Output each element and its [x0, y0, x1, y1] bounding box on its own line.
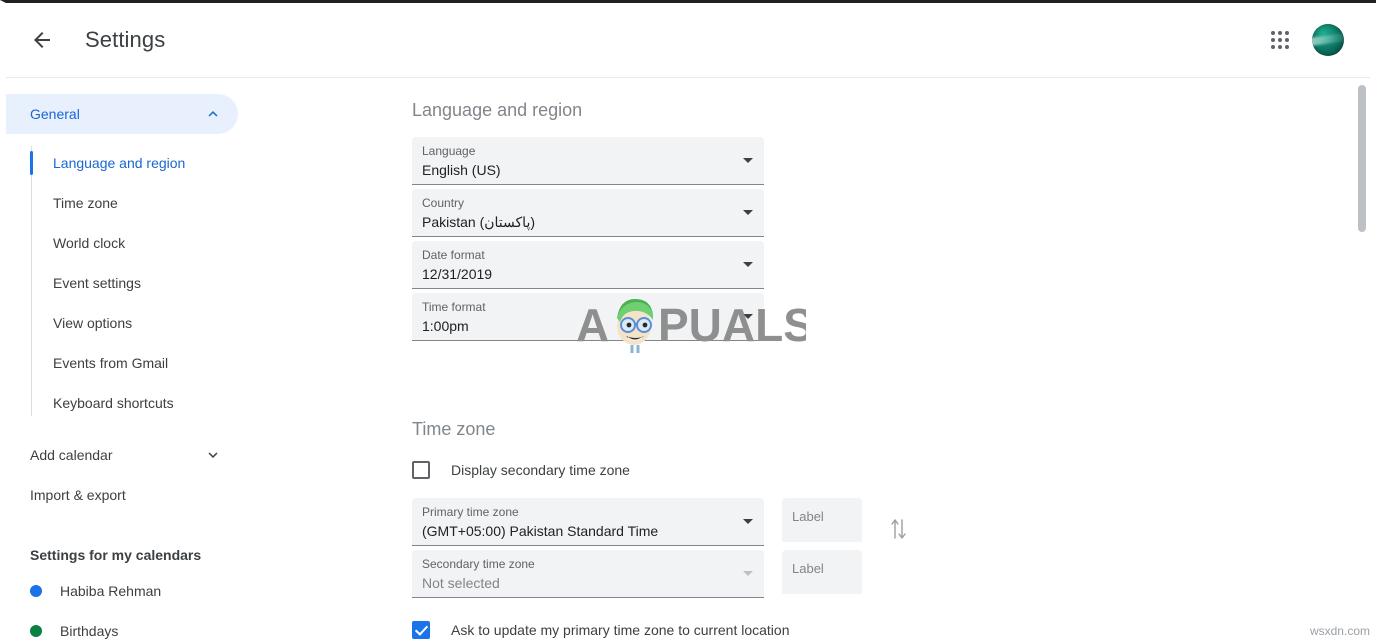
time-format-select[interactable]: Time format 1:00pm	[412, 293, 764, 341]
sidebar-item-label: Time zone	[53, 195, 118, 211]
chevron-down-icon[interactable]	[743, 314, 753, 319]
sidebar-item-import-export[interactable]: Import & export	[6, 475, 238, 515]
display-secondary-timezone-checkbox[interactable]	[412, 461, 430, 479]
scrollbar-thumb[interactable]	[1358, 85, 1366, 232]
calendar-name: Habiba Rehman	[60, 583, 162, 599]
language-select[interactable]: Language English (US)	[412, 137, 764, 185]
time-format-select-label: Time format	[422, 300, 486, 314]
sidebar-item-label: View options	[53, 315, 133, 331]
chevron-down-icon[interactable]	[743, 210, 753, 215]
sidebar-item-add-calendar[interactable]: Add calendar	[6, 435, 238, 475]
settings-main: Language and region Language English (US…	[396, 78, 1351, 640]
date-format-select[interactable]: Date format 12/31/2019	[412, 241, 764, 289]
sidebar-item-label: Language and region	[53, 155, 186, 171]
time-zone-title: Time zone	[412, 419, 496, 439]
settings-sidebar: General Language and region Time zone Wo…	[6, 78, 396, 640]
country-select-value: Pakistan (پاکستان)	[422, 214, 536, 230]
sidebar-item-view-options[interactable]: View options	[6, 303, 396, 343]
secondary-timezone-row: Secondary time zone Not selected Label	[396, 550, 1351, 602]
primary-timezone-row: Primary time zone (GMT+05:00) Pakistan S…	[396, 498, 1351, 550]
date-format-select-label: Date format	[422, 248, 485, 262]
page-right-edge	[1370, 3, 1376, 640]
secondary-timezone-label: Secondary time zone	[422, 557, 535, 571]
calendar-color-dot	[30, 585, 42, 597]
sidebar-item-time-zone[interactable]: Time zone	[6, 183, 396, 223]
calendar-name: Birthdays	[60, 623, 119, 639]
primary-timezone-label-input[interactable]: Label	[782, 498, 862, 542]
ask-update-timezone-checkbox[interactable]	[412, 621, 430, 639]
sidebar-item-label: World clock	[53, 235, 126, 251]
sidebar-item-label: Events from Gmail	[53, 355, 169, 371]
sidebar-item-label: Add calendar	[30, 447, 113, 463]
sidebar-item-event-settings[interactable]: Event settings	[6, 263, 396, 303]
swap-vertical-icon[interactable]	[889, 516, 909, 542]
display-secondary-timezone-row[interactable]: Display secondary time zone	[412, 456, 1351, 484]
settings-page: Settings General Language and region Tim	[0, 0, 1376, 640]
apps-grid-icon[interactable]	[1260, 20, 1300, 60]
sidebar-subitems: Language and region Time zone World cloc…	[6, 143, 396, 423]
time-format-select-value: 1:00pm	[422, 318, 469, 334]
country-select[interactable]: Country Pakistan (پاکستان)	[412, 189, 764, 237]
avatar[interactable]	[1312, 24, 1344, 56]
primary-timezone-label: Primary time zone	[422, 505, 519, 519]
back-arrow-icon[interactable]	[22, 20, 62, 60]
language-region-title: Language and region	[412, 100, 583, 120]
ask-update-timezone-label: Ask to update my primary time zone to cu…	[451, 622, 790, 638]
sidebar-item-general-label: General	[30, 106, 80, 122]
sidebar-item-keyboard-shortcuts[interactable]: Keyboard shortcuts	[6, 383, 396, 423]
sidebar-item-label: Event settings	[53, 275, 141, 291]
primary-timezone-value: (GMT+05:00) Pakistan Standard Time	[422, 523, 659, 539]
calendar-color-dot	[30, 625, 42, 637]
sidebar-item-label: Keyboard shortcuts	[53, 395, 174, 411]
sidebar-item-calendar-habiba-rehman[interactable]: Habiba Rehman	[6, 571, 396, 611]
scrollbar[interactable]	[1358, 79, 1366, 640]
secondary-timezone-select[interactable]: Secondary time zone Not selected	[412, 550, 764, 598]
sidebar-item-events-from-gmail[interactable]: Events from Gmail	[6, 343, 396, 383]
date-format-select-value: 12/31/2019	[422, 266, 493, 282]
ask-update-timezone-row[interactable]: Ask to update my primary time zone to cu…	[412, 616, 1351, 640]
language-select-label: Language	[422, 144, 476, 158]
primary-timezone-select[interactable]: Primary time zone (GMT+05:00) Pakistan S…	[412, 498, 764, 546]
chevron-down-icon[interactable]	[743, 158, 753, 163]
chevron-down-icon[interactable]	[743, 262, 753, 267]
display-secondary-timezone-label: Display secondary time zone	[451, 462, 630, 478]
chevron-down-icon[interactable]	[743, 519, 753, 524]
sidebar-item-language-and-region[interactable]: Language and region	[6, 143, 396, 183]
chevron-up-icon[interactable]	[204, 105, 222, 123]
chevron-down-icon[interactable]	[204, 446, 222, 464]
sidebar-item-world-clock[interactable]: World clock	[6, 223, 396, 263]
secondary-timezone-value: Not selected	[422, 575, 500, 591]
language-select-value: English (US)	[422, 162, 501, 178]
app-header: Settings	[6, 3, 1370, 78]
secondary-timezone-label-input[interactable]: Label	[782, 550, 862, 594]
country-select-label: Country	[422, 196, 465, 210]
chevron-down-icon[interactable]	[743, 571, 753, 576]
header-actions	[1260, 20, 1370, 60]
calendars-heading: Settings for my calendars	[30, 547, 202, 563]
sidebar-item-calendar-birthdays[interactable]: Birthdays	[6, 611, 396, 640]
sidebar-item-general[interactable]: General	[6, 94, 238, 134]
sidebar-item-label: Import & export	[30, 487, 126, 503]
page-title: Settings	[85, 27, 166, 52]
apps-grid-dots	[1271, 31, 1289, 49]
